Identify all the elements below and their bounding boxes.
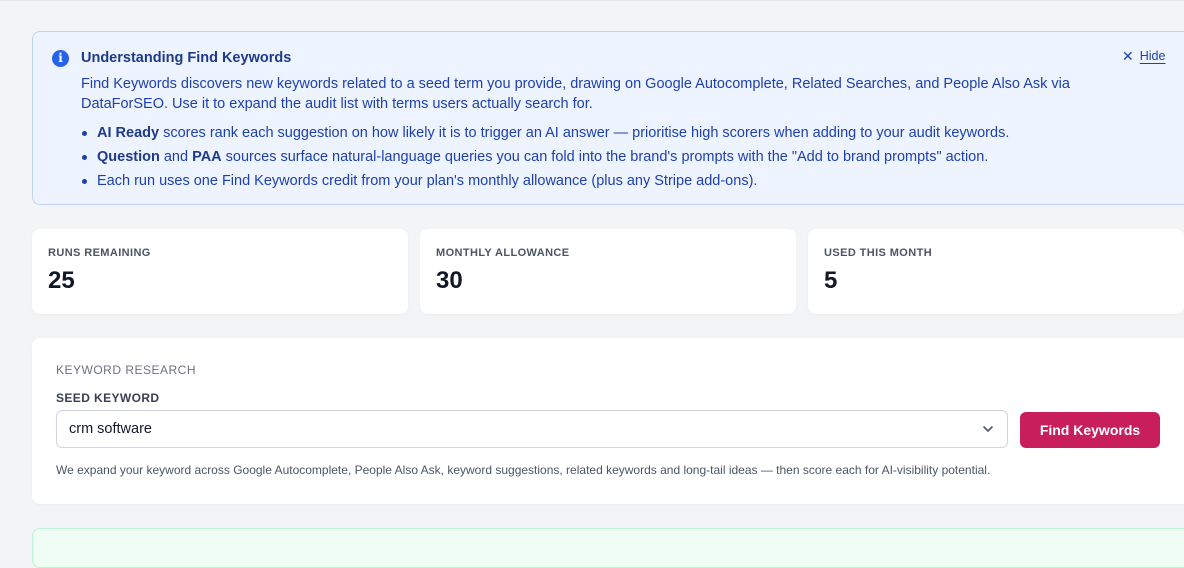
section-title: KEYWORD RESEARCH	[56, 363, 197, 377]
info-bullets: AI Ready scores rank each suggestion on …	[81, 121, 1101, 193]
stat-label: USED THIS MONTH	[824, 247, 933, 259]
info-bullet-sources: Question and PAA sources surface natural…	[81, 145, 1101, 169]
seed-keyword-value: crm software	[69, 421, 152, 437]
info-bullet-credits: Each run uses one Find Keywords credit f…	[81, 169, 1101, 193]
stat-label: RUNS REMAINING	[48, 247, 151, 259]
bullet-bold-question: Question	[97, 149, 160, 165]
stat-value: 5	[824, 267, 838, 294]
stat-value: 25	[48, 267, 75, 294]
help-text: We expand your keyword across Google Aut…	[56, 463, 991, 477]
top-divider	[0, 0, 1184, 1]
stat-card-monthly-allowance: MONTHLY ALLOWANCE 30	[420, 229, 796, 314]
stat-card-runs-remaining: RUNS REMAINING 25	[32, 229, 408, 314]
bullet-text: scores rank each suggestion on how likel…	[159, 125, 1010, 141]
close-icon: ✕	[1122, 48, 1134, 64]
info-icon: i	[52, 50, 69, 67]
stat-card-used-this-month: USED THIS MONTH 5	[808, 229, 1184, 314]
hide-button[interactable]: ✕ Hide	[1122, 49, 1165, 63]
bullet-bold-paa: PAA	[192, 149, 222, 165]
bullet-text: sources surface natural-language queries…	[221, 149, 989, 165]
bullet-text: and	[159, 149, 193, 165]
info-title: Understanding Find Keywords	[81, 50, 292, 66]
stat-value: 30	[436, 267, 463, 294]
info-description: Find Keywords discovers new keywords rel…	[81, 76, 1070, 112]
info-banner: i Understanding Find Keywords Find Keywo…	[32, 31, 1184, 205]
find-keywords-button[interactable]: Find Keywords	[1020, 412, 1160, 448]
stat-label: MONTHLY ALLOWANCE	[436, 247, 570, 259]
bullet-bold-ai-ready: AI Ready	[97, 125, 160, 141]
seed-keyword-select[interactable]: crm software	[56, 410, 1008, 448]
hide-label: Hide	[1139, 49, 1166, 63]
seed-keyword-label: SEED KEYWORD	[56, 391, 160, 405]
info-bullet-ai-ready: AI Ready scores rank each suggestion on …	[81, 121, 1101, 145]
results-card-partial	[32, 528, 1184, 568]
chevron-down-icon	[983, 426, 993, 432]
keyword-research-card: KEYWORD RESEARCH SEED KEYWORD crm softwa…	[32, 338, 1184, 504]
